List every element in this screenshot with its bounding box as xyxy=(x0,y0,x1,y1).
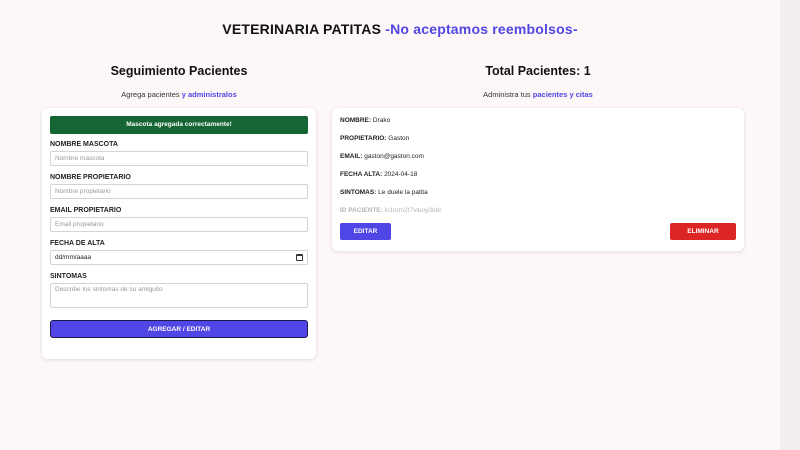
page-edge xyxy=(780,0,800,450)
form-subtitle-prefix: Agrega pacientes xyxy=(121,90,180,99)
pet-name-placeholder: Nombre mascota xyxy=(55,155,105,162)
list-heading: Total Pacientes: 1 xyxy=(332,64,744,78)
patient-email-row: EMAIL: gaston@gaston.com xyxy=(340,153,736,161)
list-subtitle-prefix: Administra tus xyxy=(483,90,531,99)
patient-name-value: Drako xyxy=(372,117,391,124)
patient-id-value: lv1nrm2t7vluoy3bbr xyxy=(384,207,442,214)
pet-name-input[interactable]: Nombre mascota xyxy=(50,151,308,166)
patient-symptoms-row: SINTOMAS: Le duele la patita xyxy=(340,189,736,197)
symptoms-placeholder: Describe los sintomas de su amiguito xyxy=(55,286,163,293)
success-alert: Mascota agregada correctamente! xyxy=(50,116,308,134)
patient-symptoms-value: Le duele la patita xyxy=(378,189,428,196)
edit-button[interactable]: EDITAR xyxy=(340,223,391,240)
patient-id-row: ID PACIENTE: lv1nrm2t7vluoy3bbr xyxy=(340,207,736,215)
symptoms-textarea[interactable]: Describe los sintomas de su amiguito xyxy=(50,283,308,308)
patient-card: NOMBRE: Drako PROPIETARIO: Gaston EMAIL:… xyxy=(332,108,744,251)
owner-email-input[interactable]: Email propietario xyxy=(50,217,308,232)
patient-email-label: EMAIL: xyxy=(340,153,363,160)
owner-name-field: NOMBRE PROPIETARIO Nombre propietario xyxy=(50,174,308,199)
patient-email-value: gaston@gaston.com xyxy=(364,153,424,160)
form-heading: Seguimiento Pacientes xyxy=(110,64,248,78)
calendar-icon[interactable] xyxy=(296,254,303,261)
symptoms-label: SINTOMAS xyxy=(50,273,87,280)
owner-email-placeholder: Email propietario xyxy=(55,221,104,228)
patient-date-label: FECHA ALTA: xyxy=(340,171,383,178)
patient-owner-label: PROPIETARIO: xyxy=(340,135,387,142)
list-heading-prefix: Total Pacientes: xyxy=(485,64,581,78)
discharge-date-input[interactable]: dd/mm/aaaa xyxy=(50,250,308,265)
patient-id-label: ID PACIENTE: xyxy=(340,207,383,214)
patient-symptoms-label: SINTOMAS: xyxy=(340,189,377,196)
app-title: VETERINARIA PATITAS xyxy=(222,21,382,37)
form-subtitle-connector: y xyxy=(181,90,186,99)
pet-name-label: NOMBRE MASCOTA xyxy=(50,141,118,148)
form-subtitle-link: administralos xyxy=(187,90,237,99)
patient-name-row: NOMBRE: Drako xyxy=(340,117,736,125)
form-subtitle: Agrega pacientes y administralos xyxy=(42,90,316,99)
patient-list-section: Total Pacientes: 1 Administra tus pacien… xyxy=(332,62,744,251)
app-tagline: -No aceptamos reembolsos- xyxy=(385,21,578,37)
patient-date-value: 2024-04-18 xyxy=(384,171,418,178)
list-subtitle: Administra tus pacientes y citas xyxy=(332,90,744,99)
owner-name-label: NOMBRE PROPIETARIO xyxy=(50,174,131,181)
patient-count: 1 xyxy=(583,64,591,78)
pet-name-field: NOMBRE MASCOTA Nombre mascota xyxy=(50,141,308,166)
patient-form-section: Seguimiento Pacientes Agrega pacientes y… xyxy=(42,62,316,359)
patient-owner-value: Gaston xyxy=(388,135,410,142)
patient-actions: EDITAR ELIMINAR xyxy=(340,223,736,240)
patient-date-row: FECHA ALTA: 2024-04-18 xyxy=(340,171,736,179)
patient-form: Mascota agregada correctamente! NOMBRE M… xyxy=(42,108,316,359)
owner-name-input[interactable]: Nombre propietario xyxy=(50,184,308,199)
owner-email-label: EMAIL PROPIETARIO xyxy=(50,207,122,214)
discharge-date-placeholder: dd/mm/aaaa xyxy=(55,254,92,261)
discharge-date-field: FECHA DE ALTA dd/mm/aaaa xyxy=(50,240,308,265)
page-title: VETERINARIA PATITAS -No aceptamos reembo… xyxy=(0,21,800,37)
list-subtitle-link: pacientes y citas xyxy=(532,90,593,99)
patient-owner-row: PROPIETARIO: Gaston xyxy=(340,135,736,143)
submit-button[interactable]: AGREGAR / EDITAR xyxy=(50,320,308,338)
owner-email-field: EMAIL PROPIETARIO Email propietario xyxy=(50,207,308,232)
symptoms-field: SINTOMAS Describe los sintomas de su ami… xyxy=(50,273,308,308)
patient-name-label: NOMBRE: xyxy=(340,117,372,124)
owner-name-placeholder: Nombre propietario xyxy=(55,188,111,195)
discharge-date-label: FECHA DE ALTA xyxy=(50,240,105,247)
delete-button[interactable]: ELIMINAR xyxy=(670,223,736,240)
